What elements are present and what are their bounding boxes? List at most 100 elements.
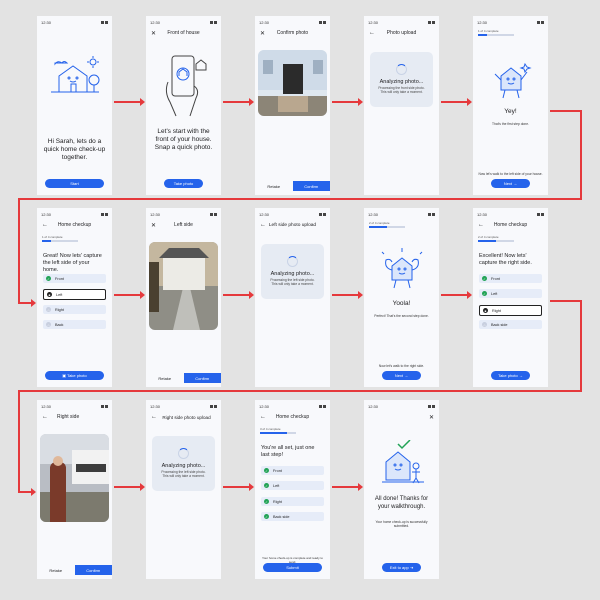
flow-arrow-head — [358, 98, 363, 106]
analyzing-card: Analyzing photo... Processing the front … — [370, 52, 433, 107]
page-title: Home checkup — [275, 414, 310, 420]
retake-button[interactable]: Retake — [255, 181, 293, 191]
flow-arrow-head — [31, 488, 36, 496]
flow-connector — [550, 300, 582, 302]
flow-connector — [18, 302, 32, 304]
progress-bar — [260, 432, 296, 434]
option-label: Front — [273, 468, 282, 473]
status-time: 12:30 — [150, 211, 161, 217]
exit-to-app-button[interactable]: Exit to app ⇥ — [382, 563, 421, 572]
screen-home-checkup-left: 12:30 ← Home checkup 1 of 4 complete Grea… — [37, 208, 112, 387]
confirm-button[interactable]: Confirm — [74, 565, 112, 575]
option-front[interactable]: ✓ Front — [479, 274, 542, 283]
flow-arrow-head — [249, 483, 254, 491]
option-label: Front — [491, 276, 500, 281]
option-right[interactable]: ⌂ Right — [43, 305, 106, 314]
exit-label: Exit to app — [389, 565, 409, 570]
analyzing-card: Analyzing photo... Processing the left s… — [261, 244, 324, 299]
confirm-actions: Retake Confirm — [37, 565, 112, 575]
screen-home-checkup-final: 12:30 ← Home checkup 3 of 4 complete You'… — [255, 400, 330, 579]
back-arrow-icon[interactable]: ← — [478, 222, 484, 228]
status-time: 12:30 — [150, 19, 161, 25]
screen-confirm-photo: 12:30 ✕ Confirm photo Retake Confirm — [255, 16, 330, 195]
option-front[interactable]: ✓ Front — [43, 274, 106, 283]
take-photo-label: Take photo — [67, 373, 87, 378]
status-bar: 12:30 — [41, 402, 108, 410]
progress-label: 1 of 4 complete — [478, 29, 499, 33]
close-icon[interactable]: ✕ — [260, 30, 265, 37]
flow-arrow — [114, 486, 142, 488]
close-icon[interactable]: ✕ — [151, 222, 156, 229]
next-note: Now let's walk to the right side. — [378, 364, 425, 368]
option-left[interactable]: ✓ Left — [479, 289, 542, 298]
close-icon[interactable]: ✕ — [429, 414, 434, 421]
start-button[interactable]: Start — [45, 179, 104, 188]
submit-button[interactable]: Submit — [263, 563, 322, 572]
screen-left-upload: 12:30 ← Left side photo upload Analyzing … — [255, 208, 330, 387]
heading: Yey! — [504, 108, 517, 115]
right-side-photo — [40, 434, 109, 522]
take-photo-button[interactable]: Take photo — [164, 179, 203, 188]
screen-all-done: 12:30 ✕ All done! Thanks for your walkth… — [364, 400, 439, 579]
submitted-note: Your home check-up is successfully submi… — [375, 520, 428, 528]
header: ✕ Left side — [146, 219, 221, 231]
status-time: 12:30 — [477, 211, 488, 217]
option-left[interactable]: ✓ Left — [261, 481, 324, 490]
retake-button[interactable]: Retake — [37, 565, 75, 575]
take-photo-button[interactable]: Take photo → — [491, 371, 530, 380]
next-button-label: Next — [503, 181, 513, 186]
screen-step2-done: 12:30 2 of 4 complete Yoola! Perfect! Th… — [364, 208, 439, 387]
header: ✕ Confirm photo — [255, 27, 330, 39]
back-arrow-icon[interactable]: ← — [369, 30, 375, 36]
page-title: Right side photo upload — [162, 414, 211, 420]
option-left[interactable]: ■ Left — [43, 289, 106, 300]
option-label: Left — [56, 292, 63, 297]
confirm-button[interactable]: Confirm — [183, 373, 221, 383]
status-time: 12:30 — [41, 211, 52, 217]
exit-icon: ⇥ — [408, 565, 414, 570]
analyzing-card: Analyzing photo... Processing the left s… — [152, 436, 215, 491]
welcome-text: Hi Sarah, lets do a quick home check-up … — [43, 138, 106, 161]
confirm-button[interactable]: Confirm — [292, 181, 330, 191]
next-button[interactable]: Next → — [382, 371, 421, 380]
back-arrow-icon[interactable]: ← — [260, 414, 266, 420]
option-right[interactable]: ✓ Right — [261, 497, 324, 506]
close-icon[interactable]: ✕ — [151, 30, 156, 37]
next-button[interactable]: Next → — [491, 179, 530, 188]
house-illustration — [51, 56, 100, 93]
progress-bar — [478, 34, 514, 36]
done-text: All done! Thanks for your walkthrough. — [374, 496, 429, 510]
back-arrow-icon[interactable]: ← — [151, 414, 157, 420]
flow-arrow-head — [140, 291, 145, 299]
flow-arrow-head — [467, 98, 472, 106]
status-time: 12:30 — [477, 19, 488, 25]
check-icon: ✓ — [264, 499, 269, 504]
flow-arrow-head — [31, 299, 36, 307]
option-back[interactable]: ✓ Back side — [261, 512, 324, 521]
page-title: Left side photo upload — [268, 222, 317, 228]
celebrating-house-illustration — [494, 62, 532, 99]
take-photo-button[interactable]: ▣ Take photo — [45, 371, 104, 380]
progress-label: 2 of 4 complete — [478, 235, 499, 239]
front-house-photo — [258, 50, 327, 116]
camera-icon: ■ — [47, 292, 52, 297]
progress-label: 3 of 4 complete — [260, 427, 281, 431]
option-right[interactable]: ■ Right — [479, 305, 542, 316]
flow-connector — [18, 198, 582, 200]
status-bar: 12:30 — [477, 18, 544, 26]
status-time: 12:30 — [259, 403, 270, 409]
retake-button[interactable]: Retake — [146, 373, 184, 383]
back-arrow-icon[interactable]: ← — [260, 222, 266, 228]
screen-photo-upload: 12:30 ← Photo upload Analyzing photo... P… — [364, 16, 439, 195]
option-back[interactable]: ⌂ Back side — [479, 320, 542, 329]
status-time: 12:30 — [41, 19, 52, 25]
screen-left-side: 12:30 ✕ Left side Retake Confirm — [146, 208, 221, 387]
status-time: 12:30 — [41, 403, 52, 409]
flow-connector — [550, 110, 582, 112]
flow-arrow — [223, 294, 251, 296]
option-front[interactable]: ✓ Front — [261, 466, 324, 475]
take-photo-label: Take photo — [498, 373, 518, 378]
option-back[interactable]: ⌂ Back — [43, 320, 106, 329]
back-arrow-icon[interactable]: ← — [42, 414, 48, 420]
back-arrow-icon[interactable]: ← — [42, 222, 48, 228]
